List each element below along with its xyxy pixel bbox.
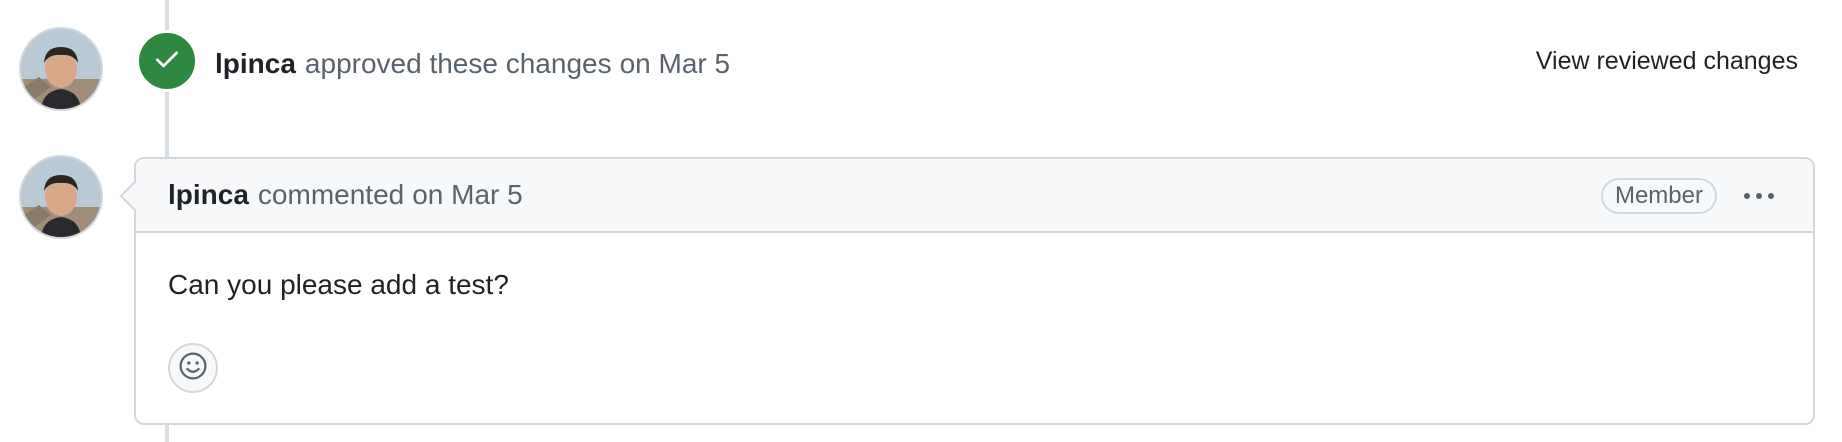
add-reaction-button[interactable] bbox=[168, 343, 218, 393]
member-role-badge: Member bbox=[1600, 178, 1717, 214]
avatar[interactable] bbox=[21, 29, 101, 109]
comment-date-link[interactable]: on Mar 5 bbox=[412, 179, 523, 211]
check-icon bbox=[153, 45, 181, 78]
comment-action-text: commented bbox=[257, 179, 405, 210]
avatar-image bbox=[21, 157, 101, 237]
comment-author-link[interactable]: lpinca bbox=[168, 179, 249, 211]
avatar-image bbox=[21, 29, 101, 109]
review-event-text: lpinca approved these changes on Mar 5 bbox=[215, 44, 730, 84]
comment-header: lpinca commented on Mar 5 Member bbox=[136, 159, 1813, 233]
avatar[interactable] bbox=[21, 157, 101, 237]
view-reviewed-changes-link[interactable]: View reviewed changes bbox=[1536, 47, 1798, 76]
approved-status-badge bbox=[136, 30, 198, 92]
review-date[interactable]: on Mar 5 bbox=[620, 48, 731, 80]
comment-body: Can you please add a test? bbox=[168, 269, 509, 300]
review-action-text: approved these changes bbox=[304, 48, 612, 79]
kebab-horizontal-icon[interactable] bbox=[1739, 181, 1779, 211]
review-author-link[interactable]: lpinca bbox=[215, 48, 296, 80]
comment-box: lpinca commented on Mar 5 Member Can you… bbox=[119, 157, 1815, 425]
smiley-icon bbox=[178, 351, 208, 386]
